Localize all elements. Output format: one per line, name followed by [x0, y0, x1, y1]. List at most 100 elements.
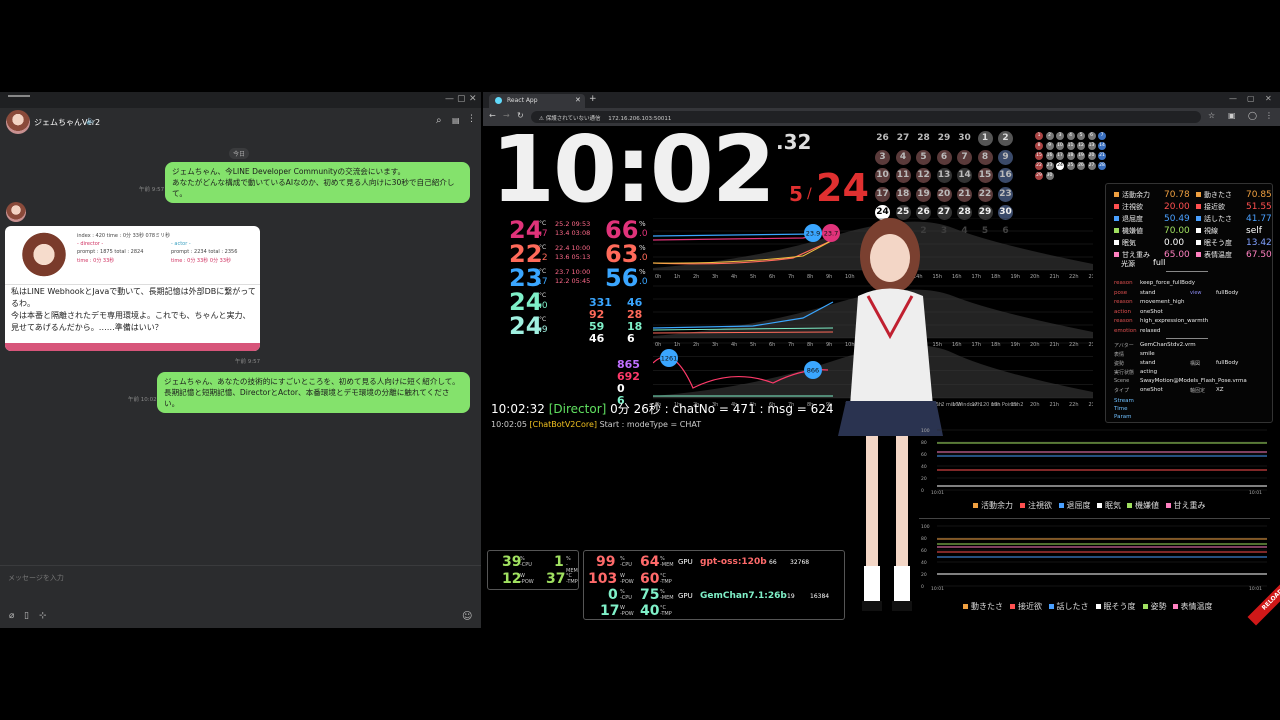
mini-calendar-day[interactable]: 21 — [1098, 152, 1106, 160]
search-icon[interactable]: ⌕ — [436, 115, 442, 126]
gpu-model: GemChan7.1:26b — [700, 591, 787, 601]
mini-calendar-day[interactable]: 20 — [1087, 152, 1096, 160]
mini-calendar-day[interactable]: 23 — [1045, 162, 1054, 170]
mini-calendar-day[interactable]: 17 — [1056, 152, 1064, 160]
close-icon[interactable]: ✕ — [469, 94, 477, 104]
pin-icon[interactable] — [8, 95, 30, 97]
calendar-day[interactable]: 10 — [875, 168, 890, 183]
mini-calendar-day[interactable]: 29 — [1035, 172, 1043, 180]
param-value: 13.42 — [1246, 238, 1272, 248]
mini-calendar-day[interactable]: 19 — [1077, 152, 1085, 160]
calendar-day[interactable]: 14 — [957, 168, 972, 183]
maximize-icon[interactable]: ▢ — [457, 94, 466, 104]
detail-value: keep_force_fullBody — [1140, 280, 1195, 286]
sidebar-icon[interactable]: ▣ — [1228, 111, 1236, 120]
calendar-day[interactable]: 5 — [916, 149, 931, 165]
calendar-day[interactable]: 21 — [957, 186, 972, 202]
log-text: Start : modeType = CHAT — [599, 420, 702, 429]
calendar-day[interactable]: 23 — [998, 186, 1013, 202]
message-input[interactable]: メッセージを入力 — [8, 573, 64, 583]
status-line: 10:02:32 [Director] 0分 26秒 : chatNo = 47… — [491, 400, 834, 417]
mini-calendar-day[interactable]: 8 — [1035, 142, 1043, 150]
mini-calendar-day[interactable]: 22 — [1035, 162, 1043, 170]
chat-bubble-sent[interactable]: ジェムちゃん、今LINE Developer Communityの交流会にいます… — [165, 162, 470, 203]
attach-icon[interactable]: ⌀ — [9, 611, 14, 621]
calendar-day[interactable]: 15 — [977, 168, 993, 183]
mini-calendar-day[interactable]: 1 — [1035, 132, 1043, 140]
calendar-day[interactable]: 12 — [916, 168, 931, 183]
mini-calendar-day[interactable]: 24 — [1056, 162, 1064, 170]
mini-calendar-day[interactable]: 30 — [1045, 172, 1054, 180]
minimize-icon[interactable]: — — [445, 94, 454, 104]
calendar-day[interactable]: 30 — [957, 131, 972, 146]
maximize-icon[interactable]: ▢ — [1247, 94, 1255, 103]
avatar[interactable] — [6, 202, 26, 222]
calendar-day[interactable]: 9 — [998, 149, 1013, 165]
mini-calendar-day[interactable]: 18 — [1066, 152, 1075, 160]
mini-calendar-day[interactable]: 25 — [1066, 162, 1075, 170]
new-tab-icon[interactable]: + — [589, 94, 597, 104]
y-tick: 100 — [921, 524, 930, 530]
calendar-day[interactable]: 16 — [998, 168, 1013, 183]
star-icon[interactable]: ☆ — [1208, 111, 1215, 120]
mini-calendar-day[interactable]: 10 — [1056, 142, 1064, 150]
menu-icon[interactable]: ⋮ — [1265, 111, 1273, 120]
close-tab-icon[interactable]: ✕ — [575, 96, 581, 104]
mini-calendar-day[interactable]: 4 — [1066, 132, 1075, 140]
mini-calendar-day[interactable]: 16 — [1045, 152, 1054, 160]
calendar-day[interactable]: 4 — [895, 149, 911, 165]
line-chat-window: — ▢ ✕ ジェムちゃんVer2 🔈 ⌕ ▤ ⋮ 今日 ジェムちゃん、今LINE… — [0, 92, 481, 628]
calendar-day[interactable]: 22 — [977, 186, 993, 202]
calendar-day[interactable]: 27 — [896, 131, 911, 146]
mini-calendar-day[interactable]: 27 — [1087, 162, 1096, 170]
calendar-day[interactable]: 8 — [977, 149, 993, 165]
message-text: 私はLINE WebhookとJavaで動いて、長期記憶は外部DBに繋がってるわ… — [11, 287, 256, 332]
calendar-day[interactable]: 2 — [998, 131, 1013, 146]
calendar-day[interactable]: 3 — [875, 149, 890, 165]
menu-icon[interactable]: ⋮ — [467, 114, 476, 124]
mini-calendar-day[interactable]: 2 — [1045, 132, 1054, 140]
chat-card-received[interactable]: index : 420 time : 0分 33秒 078ミリ秒 - direc… — [5, 226, 260, 351]
minimize-icon[interactable]: — — [1229, 94, 1237, 103]
mini-calendar-day[interactable]: 13 — [1087, 142, 1096, 150]
calendar-day[interactable]: 28 — [916, 131, 931, 146]
legend-swatch — [963, 604, 968, 609]
mini-calendar-day[interactable]: 12 — [1077, 142, 1085, 150]
mini-calendar-day[interactable]: 6 — [1087, 132, 1096, 140]
calendar-day[interactable]: 6 — [936, 149, 952, 165]
mini-calendar-day[interactable]: 26 — [1077, 162, 1085, 170]
detail-value: stand — [1140, 289, 1156, 296]
temp-unit: °C — [539, 244, 547, 251]
chat-bubble-sent[interactable]: ジェムちゃん、あなたの技術的にすごいところを、初めて見る人向けに短く紹介して。 … — [157, 372, 470, 413]
mini-calendar-day[interactable]: 5 — [1077, 132, 1085, 140]
mini-calendar-day[interactable]: 14 — [1098, 142, 1106, 150]
actor-prompt: prompt : 2234 total : 2356 — [171, 249, 238, 255]
bookmark-icon[interactable]: ▯ — [24, 611, 29, 621]
mini-calendar-day[interactable]: 7 — [1098, 132, 1106, 140]
crop-icon[interactable]: ⊹ — [39, 611, 47, 621]
hour-tick: 7h — [788, 342, 794, 348]
temp-value: 24 — [509, 312, 543, 340]
mini-calendar-day[interactable]: 15 — [1035, 152, 1043, 160]
calendar-day[interactable]: 13 — [936, 168, 952, 183]
browser-tab[interactable]: React App ✕ — [489, 94, 585, 108]
mini-calendar-day[interactable]: 11 — [1066, 142, 1075, 150]
calendar-day[interactable]: 29 — [937, 131, 952, 146]
card-footer-strip — [5, 343, 260, 351]
calendar-day[interactable]: 11 — [895, 168, 911, 183]
mini-calendar-day[interactable]: 3 — [1056, 132, 1064, 140]
param-key: 視線 — [1204, 227, 1218, 235]
avatar[interactable] — [6, 110, 30, 134]
profile-icon[interactable]: ◯ — [1248, 111, 1257, 120]
calendar-day[interactable]: 26 — [875, 131, 890, 146]
emoji-icon[interactable]: ☺ — [462, 611, 472, 622]
pow-value: 103 — [588, 571, 618, 587]
calendar-day[interactable]: 1 — [977, 131, 993, 146]
gpu-a: 66 — [769, 559, 777, 566]
close-icon[interactable]: ✕ — [1265, 94, 1272, 103]
notes-icon[interactable]: ▤ — [452, 116, 460, 125]
mini-calendar-day[interactable]: 28 — [1098, 162, 1106, 170]
param-key: 動きたさ — [1204, 191, 1232, 199]
mini-calendar-day[interactable]: 9 — [1045, 142, 1054, 150]
calendar-day[interactable]: 7 — [957, 149, 972, 165]
